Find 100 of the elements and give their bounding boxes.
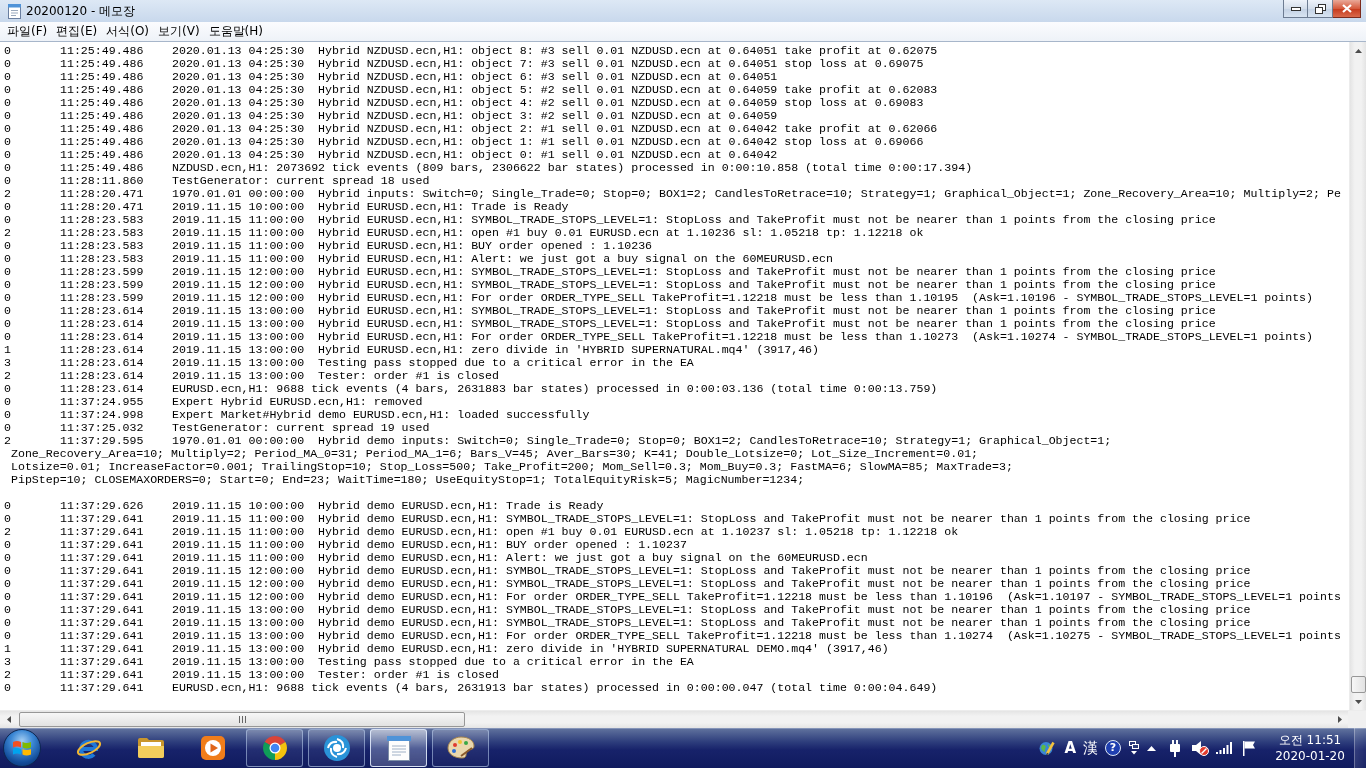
log-time: 11:37:29.641 bbox=[60, 668, 144, 681]
flag-icon[interactable] bbox=[1242, 740, 1256, 756]
scroll-thumb[interactable] bbox=[19, 712, 465, 727]
signal-bars-icon[interactable] bbox=[1216, 742, 1232, 754]
log-message: 2019.11.15 13:00:00 Tester: order #1 is closed bbox=[172, 369, 499, 382]
restore-icon bbox=[1314, 3, 1326, 14]
log-message: TestGenerator: current spread 18 used bbox=[172, 174, 430, 187]
log-code: 0 bbox=[4, 200, 11, 213]
taskbar-button[interactable] bbox=[370, 729, 427, 767]
menu-item[interactable]: 보기(V) bbox=[154, 23, 204, 40]
log-code: 0 bbox=[4, 135, 11, 148]
log-message: 1970.01.01 00:00:00 Hybrid inputs: Switch=0; Single_Trade=0; Stop=0; BOX1=2; CandlesToRetrace=10; Strategy=1; Graphical_Object=1; Zone_Recovery_Area=10; Multiply=2; Pe bbox=[172, 187, 1341, 200]
hanja-mode-button[interactable]: 漢 bbox=[1083, 738, 1098, 758]
show-desktop-button[interactable] bbox=[1354, 728, 1366, 768]
log-time: 11:37:29.641 bbox=[60, 577, 144, 590]
log-time: 11:25:49.486 bbox=[60, 57, 144, 70]
log-code: 0 bbox=[4, 96, 11, 109]
log-code: 0 bbox=[4, 421, 11, 434]
log-time: 11:37:29.641 bbox=[60, 616, 144, 629]
log-code: 2 bbox=[4, 187, 11, 200]
menu-item[interactable]: 파일(F) bbox=[3, 23, 52, 40]
log-time: 11:25:49.486 bbox=[60, 122, 144, 135]
log-code: 0 bbox=[4, 408, 11, 421]
taskbar-button[interactable] bbox=[432, 729, 489, 767]
log-time: 11:37:29.641 bbox=[60, 642, 144, 655]
restore-button[interactable] bbox=[1308, 0, 1333, 18]
speaker-muted-icon[interactable] bbox=[1191, 740, 1209, 756]
log-time: 11:28:23.583 bbox=[60, 239, 144, 252]
log-message: 2019.11.15 11:00:00 Hybrid EURUSD.ecn,H1: open #1 buy 0.01 EURUSD.ecn at 1.10236 sl: 1.05218 tp: 1.12218 ok bbox=[172, 226, 924, 239]
log-message: 2019.11.15 12:00:00 Hybrid demo EURUSD.ecn,H1: For order ORDER_TYPE_SELL TakeProfit=1.12218 must be less than 1.10196 (Ask=1.10197 - SYMBOL_TRADE_STOPS_LEVEL=1 points bbox=[172, 590, 1341, 603]
power-plug-icon[interactable] bbox=[1168, 739, 1182, 757]
taskbar-button[interactable] bbox=[246, 729, 303, 767]
log-code: 0 bbox=[4, 252, 11, 265]
log-time: 11:28:23.599 bbox=[60, 265, 144, 278]
log-time: 11:28:23.599 bbox=[60, 278, 144, 291]
language-bar-options-button[interactable] bbox=[1129, 741, 1139, 755]
menu-item[interactable]: 도움말(H) bbox=[204, 23, 267, 40]
up-arrow-icon bbox=[1147, 745, 1156, 751]
up-arrow-icon bbox=[1355, 48, 1362, 53]
log-time: 11:28:20.471 bbox=[60, 187, 144, 200]
log-message: Lotsize=0.01; IncreaseFactor=0.001; TrailingStop=10; Stop_Loss=500; Take_Profit=200; Mom_Sell=0.3; Mom_Buy=0.3; FastMA=6; SlowMA=85; MaxTrade=3; bbox=[11, 460, 1013, 473]
log-time: 11:28:23.614 bbox=[60, 330, 144, 343]
clock-time[interactable]: 오전 11:51 bbox=[1278, 732, 1342, 748]
minimize-icon bbox=[1290, 6, 1301, 11]
log-time: 11:37:29.641 bbox=[60, 538, 144, 551]
log-message: 2020.01.13 04:25:30 Hybrid NZDUSD.ecn,H1: object 7: #3 sell 0.01 NZDUSD.ecn at 0.64051 stop loss at 0.69075 bbox=[172, 57, 924, 70]
log-message: 2019.11.15 12:00:00 Hybrid EURUSD.ecn,H1: For order ORDER_TYPE_SELL TakeProfit=1.12218 must be less than 1.10195 (Ask=1.10196 - SYMBOL_TRADE_STOPS_LEVEL=1 points) bbox=[172, 291, 1313, 304]
log-time: 11:37:29.641 bbox=[60, 590, 144, 603]
menu-item[interactable]: 서식(O) bbox=[102, 23, 154, 40]
log-time: 11:25:49.486 bbox=[60, 96, 144, 109]
log-code: 0 bbox=[4, 629, 11, 642]
log-time: 11:37:25.032 bbox=[60, 421, 144, 434]
log-message: 2019.11.15 11:00:00 Hybrid demo EURUSD.ecn,H1: open #1 buy 0.01 EURUSD.ecn at 1.10237 sl: 1.05218 tp: 1.12218 ok bbox=[172, 525, 959, 538]
log-message: 2020.01.13 04:25:30 Hybrid NZDUSD.ecn,H1: object 0: #1 sell 0.01 NZDUSD.ecn at 0.64042 bbox=[172, 148, 778, 161]
log-message: 2019.11.15 11:00:00 Hybrid demo EURUSD.ecn,H1: Alert: we just got a buy signal on the 60MEURUSD.ecn bbox=[172, 551, 868, 564]
log-message: EURUSD.ecn,H1: 9688 tick events (4 bars, 2631883 bar states) processed in 0:00:03.136 (total time 0:00:13.759) bbox=[172, 382, 938, 395]
log-code: 0 bbox=[4, 538, 11, 551]
log-message: 2019.11.15 10:00:00 Hybrid EURUSD.ecn,H1: Trade is Ready bbox=[172, 200, 569, 213]
log-time: 11:28:23.614 bbox=[60, 343, 144, 356]
log-code: 0 bbox=[4, 616, 11, 629]
log-code: 2 bbox=[4, 434, 11, 447]
play-icon bbox=[200, 736, 225, 760]
log-code: 0 bbox=[4, 57, 11, 70]
log-message: 2019.11.15 11:00:00 Hybrid demo EURUSD.ecn,H1: SYMBOL_TRADE_STOPS_LEVEL=1: StopLoss and TakeProfit must not be nearer than 1 points from the closing price bbox=[172, 512, 1251, 525]
show-hidden-icons-button[interactable] bbox=[1147, 745, 1156, 751]
log-time: 11:25:49.486 bbox=[60, 109, 144, 122]
log-code: 0 bbox=[4, 304, 11, 317]
log-message: 2019.11.15 11:00:00 Hybrid EURUSD.ecn,H1: SYMBOL_TRADE_STOPS_LEVEL=1: StopLoss and TakeProfit must not be nearer than 1 points from the closing price bbox=[172, 213, 1216, 226]
log-code: 0 bbox=[4, 382, 11, 395]
log-time: 11:37:29.595 bbox=[60, 434, 144, 447]
log-message: 2019.11.15 11:00:00 Hybrid EURUSD.ecn,H1: Alert: we just got a buy signal on the 60MEURUSD.ecn bbox=[172, 252, 833, 265]
log-time: 11:37:24.955 bbox=[60, 395, 144, 408]
globe-pencil-icon[interactable] bbox=[1039, 740, 1056, 756]
log-code: 2 bbox=[4, 668, 11, 681]
log-time: 11:37:29.641 bbox=[60, 512, 144, 525]
log-message: Expert Market#Hybrid demo EURUSD.ecn,H1: loaded successfully bbox=[172, 408, 590, 421]
log-message: 2020.01.13 04:25:30 Hybrid NZDUSD.ecn,H1: object 3: #2 sell 0.01 NZDUSD.ecn at 0.64059 bbox=[172, 109, 778, 122]
log-code: 2 bbox=[4, 369, 11, 382]
log-time: 11:25:49.486 bbox=[60, 44, 144, 57]
log-code: 0 bbox=[4, 603, 11, 616]
log-message: 2019.11.15 12:00:00 Hybrid EURUSD.ecn,H1: SYMBOL_TRADE_STOPS_LEVEL=1: StopLoss and TakeProfit must not be nearer than 1 points from the closing price bbox=[172, 265, 1216, 278]
input-mode-button[interactable]: A bbox=[1064, 739, 1076, 757]
clock-date[interactable]: 2020-01-20 bbox=[1275, 748, 1345, 764]
log-message: 2020.01.13 04:25:30 Hybrid NZDUSD.ecn,H1: object 2: #1 sell 0.01 NZDUSD.ecn at 0.64042 take profit at 0.62066 bbox=[172, 122, 938, 135]
taskbar-button[interactable] bbox=[308, 729, 365, 767]
start-button[interactable] bbox=[3, 729, 41, 767]
minimize-button[interactable] bbox=[1283, 0, 1308, 18]
log-message: 2019.11.15 13:00:00 Hybrid EURUSD.ecn,H1: SYMBOL_TRADE_STOPS_LEVEL=1: StopLoss and TakeProfit must not be nearer than 1 points from the closing price bbox=[172, 304, 1216, 317]
menu-item[interactable]: 편집(E) bbox=[52, 23, 102, 40]
log-code: 0 bbox=[4, 577, 11, 590]
log-code: 0 bbox=[4, 109, 11, 122]
scroll-thumb[interactable] bbox=[1350, 676, 1366, 693]
log-time: 11:37:29.641 bbox=[60, 603, 144, 616]
log-message: NZDUSD.ecn,H1: 2073692 tick events (809 bars, 2306622 bar states) processed in 0:00:10.858 (total time 0:00:17.394) bbox=[172, 161, 973, 174]
log-time: 11:37:29.641 bbox=[60, 525, 144, 538]
log-message: 2019.11.15 13:00:00 Hybrid demo EURUSD.ecn,H1: For order ORDER_TYPE_SELL TakeProfit=1.12218 must be less than 1.10274 (Ask=1.10275 - SYMBOL_TRADE_STOPS_LEVEL=1 points bbox=[172, 629, 1341, 642]
log-message: 2019.11.15 13:00:00 Hybrid EURUSD.ecn,H1: zero divide in 'HYBRID SUPERNATURAL.mq4' (3917,46) bbox=[172, 343, 820, 356]
log-message: 2019.11.15 11:00:00 Hybrid EURUSD.ecn,H1: BUY order opened : 1.10236 bbox=[172, 239, 653, 252]
help-button[interactable]: ? bbox=[1105, 740, 1121, 756]
close-button[interactable] bbox=[1333, 0, 1361, 18]
